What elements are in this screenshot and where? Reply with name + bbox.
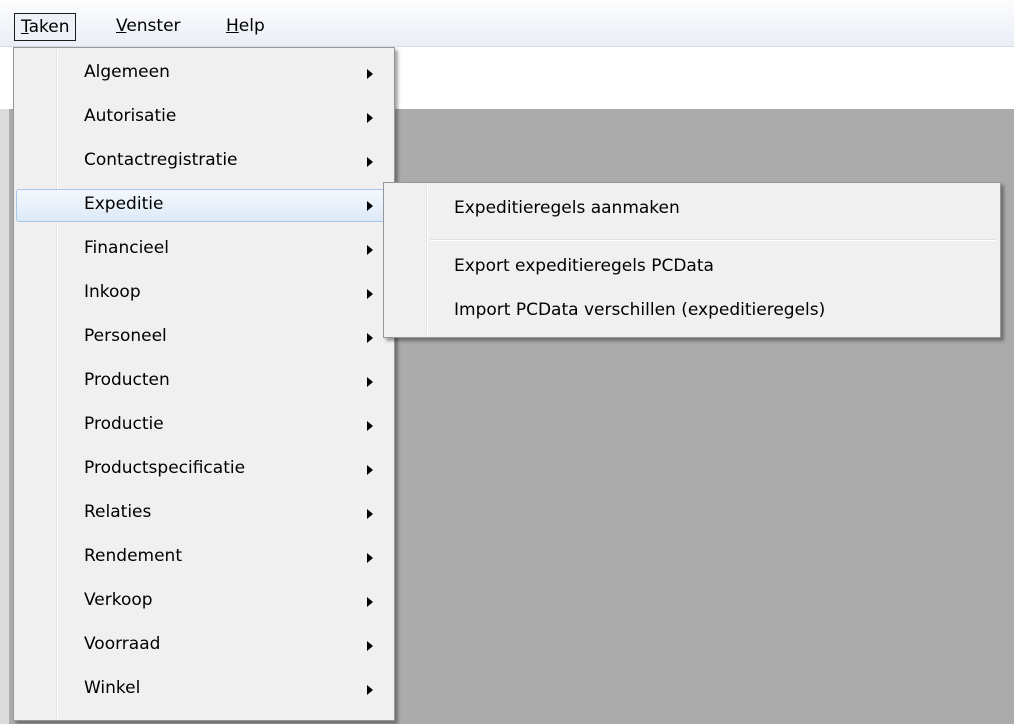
submenu-arrow-icon (367, 685, 373, 695)
menu-item-expeditie[interactable]: Expeditie (16, 189, 392, 222)
menu-help[interactable]: Help (220, 13, 271, 41)
menu-item-verkoop[interactable]: Verkoop (16, 585, 392, 618)
submenu-item-label: Export expeditieregels PCData (454, 256, 714, 276)
submenu-item-label: Import PCData verschillen (expeditierege… (454, 300, 826, 320)
submenu-arrow-icon (367, 377, 373, 387)
menu-item-inkoop[interactable]: Inkoop (16, 277, 392, 310)
taken-menu: Algemeen Autorisatie Contactregistratie … (13, 47, 395, 721)
menu-item-label: Algemeen (84, 62, 170, 82)
menu-taken[interactable]: Taken (14, 13, 77, 41)
menu-item-label: Inkoop (84, 282, 141, 302)
submenu-arrow-icon (367, 245, 373, 255)
window-left-edge (0, 109, 9, 724)
menu-item-label: Relaties (84, 502, 152, 522)
menu-item-algemeen[interactable]: Algemeen (16, 57, 392, 90)
menu-item-label: Producten (84, 370, 170, 390)
submenu-arrow-icon (367, 333, 373, 343)
menu-item-productie[interactable]: Productie (16, 409, 392, 442)
menu-item-producten[interactable]: Producten (16, 365, 392, 398)
menu-item-financieel[interactable]: Financieel (16, 233, 392, 266)
submenu-arrow-icon (367, 641, 373, 651)
menu-item-voorraad[interactable]: Voorraad (16, 629, 392, 662)
menu-item-relaties[interactable]: Relaties (16, 497, 392, 530)
submenu-arrow-icon (367, 597, 373, 607)
submenu-arrow-icon (367, 157, 373, 167)
expeditie-submenu: Expeditieregels aanmaken Export expediti… (383, 182, 1001, 338)
menu-item-label: Expeditie (84, 194, 164, 214)
submenu-separator (430, 239, 996, 241)
menu-item-label: Verkoop (84, 590, 153, 610)
submenu-arrow-icon (367, 421, 373, 431)
menu-item-personeel[interactable]: Personeel (16, 321, 392, 354)
menu-item-label: Winkel (84, 678, 141, 698)
submenu-item-expeditieregels-aanmaken[interactable]: Expeditieregels aanmaken (386, 193, 996, 226)
menu-item-label: Voorraad (84, 634, 161, 654)
menu-item-winkel[interactable]: Winkel (16, 673, 392, 706)
submenu-arrow-icon (367, 465, 373, 475)
menu-item-label: Autorisatie (84, 106, 177, 126)
submenu-item-label: Expeditieregels aanmaken (454, 198, 680, 218)
menu-item-autorisatie[interactable]: Autorisatie (16, 101, 392, 134)
menu-item-label: Productie (84, 414, 164, 434)
submenu-item-export-pcdata[interactable]: Export expeditieregels PCData (386, 251, 996, 284)
submenu-arrow-icon (367, 201, 373, 211)
submenu-item-import-pcdata[interactable]: Import PCData verschillen (expeditierege… (386, 295, 996, 328)
menu-item-label: Rendement (84, 546, 182, 566)
submenu-arrow-icon (367, 553, 373, 563)
menu-item-rendement[interactable]: Rendement (16, 541, 392, 574)
submenu-arrow-icon (367, 509, 373, 519)
menu-bar: Taken Venster Help (0, 0, 1014, 47)
submenu-arrow-icon (367, 289, 373, 299)
menu-item-label: Productspecificatie (84, 458, 246, 478)
menu-item-contactregistratie[interactable]: Contactregistratie (16, 145, 392, 178)
menu-item-label: Contactregistratie (84, 150, 238, 170)
menu-item-productspecificatie[interactable]: Productspecificatie (16, 453, 392, 486)
menu-venster[interactable]: Venster (110, 13, 187, 41)
submenu-arrow-icon (367, 113, 373, 123)
menu-item-label: Financieel (84, 238, 169, 258)
submenu-arrow-icon (367, 69, 373, 79)
menu-item-label: Personeel (84, 326, 167, 346)
